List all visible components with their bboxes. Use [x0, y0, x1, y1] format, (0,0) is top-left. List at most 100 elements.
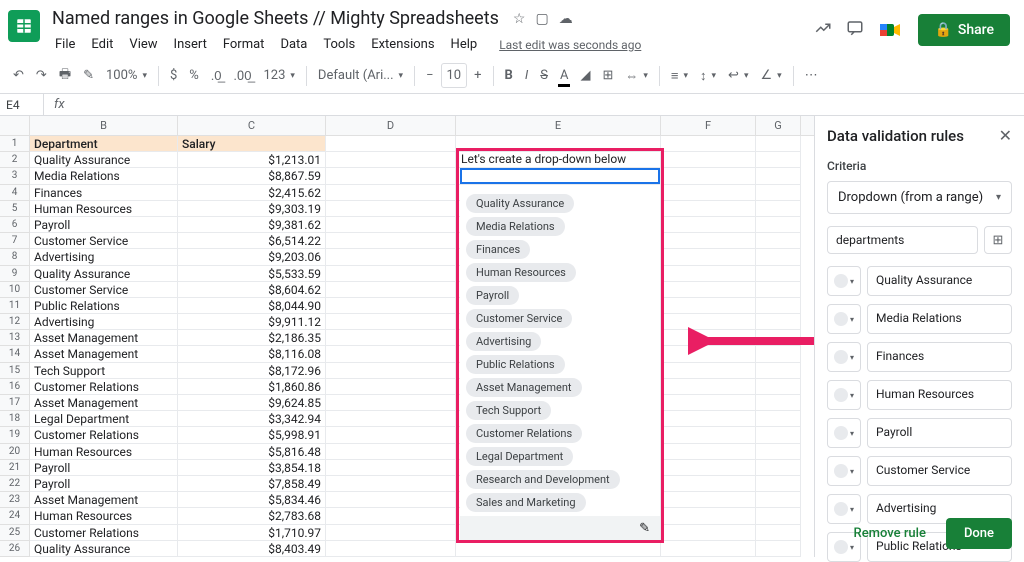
item-color-picker[interactable] [827, 456, 861, 486]
dept-cell[interactable]: Human Resources [30, 444, 178, 460]
salary-cell[interactable]: $5,834.46 [178, 492, 326, 508]
undo-icon[interactable]: ↶ [8, 64, 29, 87]
salary-cell[interactable]: $8,403.49 [178, 541, 326, 557]
table-header[interactable]: Salary [178, 136, 326, 152]
font-size-input[interactable]: 10 [441, 63, 468, 88]
dept-cell[interactable]: Public Relations [30, 298, 178, 314]
salary-cell[interactable]: $9,303.19 [178, 201, 326, 217]
dept-cell[interactable]: Asset Management [30, 346, 178, 362]
dropdown-option[interactable]: Tech Support [466, 401, 551, 420]
table-row[interactable]: 13Asset Management$2,186.35 [0, 330, 814, 346]
dept-cell[interactable]: Customer Relations [30, 427, 178, 443]
table-row[interactable]: 25Customer Relations$1,710.97 [0, 525, 814, 541]
dept-cell[interactable]: Asset Management [30, 330, 178, 346]
item-color-picker[interactable] [827, 342, 861, 372]
dropdown-option[interactable]: Asset Management [466, 378, 582, 397]
sheet-area[interactable]: B C D E F G 1DepartmentSalary2Quality As… [0, 116, 814, 557]
dept-cell[interactable]: Customer Service [30, 282, 178, 298]
item-value-input[interactable]: Customer Service [867, 456, 1012, 486]
criteria-select[interactable]: Dropdown (from a range) ▾ [827, 181, 1012, 214]
font-size-decrease-icon[interactable]: − [421, 64, 438, 87]
menu-extensions[interactable]: Extensions [364, 33, 441, 56]
col-header-G[interactable]: G [756, 116, 801, 135]
menu-data[interactable]: Data [273, 33, 314, 56]
table-row[interactable]: 18Legal Department$3,342.94 [0, 411, 814, 427]
rotate-button[interactable]: ∠ [755, 64, 786, 87]
dropdown-option[interactable]: Advertising [466, 332, 541, 351]
dropdown-option[interactable]: Human Resources [466, 263, 576, 282]
row-header[interactable]: 24 [0, 508, 30, 524]
last-edit-text[interactable]: Last edit was seconds ago [492, 34, 648, 56]
row-header[interactable]: 13 [0, 330, 30, 346]
zoom-select[interactable]: 100% [101, 64, 152, 87]
item-value-input[interactable]: Media Relations [867, 304, 1012, 334]
star-icon[interactable]: ☆ [513, 11, 526, 27]
row-header[interactable]: 7 [0, 233, 30, 249]
dept-cell[interactable]: Finances [30, 185, 178, 201]
salary-cell[interactable]: $3,854.18 [178, 460, 326, 476]
dept-cell[interactable]: Tech Support [30, 363, 178, 379]
menu-file[interactable]: File [48, 33, 82, 56]
done-button[interactable]: Done [946, 518, 1012, 549]
salary-cell[interactable]: $9,624.85 [178, 395, 326, 411]
table-row[interactable]: 4Finances$2,415.62 [0, 185, 814, 201]
row-header[interactable]: 18 [0, 411, 30, 427]
dept-cell[interactable]: Advertising [30, 249, 178, 265]
table-row[interactable]: 7Customer Service$6,514.22 [0, 233, 814, 249]
salary-cell[interactable]: $1,860.86 [178, 379, 326, 395]
item-value-input[interactable]: Finances [867, 342, 1012, 372]
dept-cell[interactable]: Media Relations [30, 168, 178, 184]
menu-help[interactable]: Help [444, 33, 485, 56]
salary-cell[interactable]: $8,172.96 [178, 363, 326, 379]
cloud-icon[interactable]: ☁ [559, 11, 573, 27]
dept-cell[interactable]: Customer Relations [30, 379, 178, 395]
menu-format[interactable]: Format [216, 33, 272, 56]
salary-cell[interactable]: $8,604.62 [178, 282, 326, 298]
increase-decimal-button[interactable]: .00̲ [229, 64, 257, 88]
wrap-button[interactable]: ↩ [723, 64, 753, 87]
dropdown-option[interactable]: Customer Service [466, 309, 572, 328]
table-row[interactable]: 24Human Resources$2,783.68 [0, 508, 814, 524]
table-row[interactable]: 26Quality Assurance$8,403.49 [0, 541, 814, 557]
document-title[interactable]: Named ranges in Google Sheets // Mighty … [48, 6, 503, 31]
dropdown-option[interactable]: Customer Relations [466, 424, 582, 443]
row-header[interactable]: 26 [0, 541, 30, 557]
item-color-picker[interactable] [827, 266, 861, 296]
col-header-F[interactable]: F [661, 116, 756, 135]
item-color-picker[interactable] [827, 380, 861, 410]
dept-cell[interactable]: Asset Management [30, 395, 178, 411]
dropdown-option[interactable]: Legal Department [466, 447, 573, 466]
number-format-more[interactable]: 123 [258, 64, 299, 87]
dept-cell[interactable]: Legal Department [30, 411, 178, 427]
dropdown-option[interactable]: Payroll [466, 286, 519, 305]
item-color-picker[interactable] [827, 418, 861, 448]
row-header[interactable]: 11 [0, 298, 30, 314]
table-row[interactable]: 21Payroll$3,854.18 [0, 460, 814, 476]
salary-cell[interactable]: $5,533.59 [178, 266, 326, 282]
dept-cell[interactable]: Payroll [30, 460, 178, 476]
table-row[interactable]: 15Tech Support$8,172.96 [0, 363, 814, 379]
menu-tools[interactable]: Tools [316, 33, 362, 56]
row-header[interactable]: 8 [0, 249, 30, 265]
text-color-button[interactable]: A [555, 64, 573, 87]
trend-icon[interactable] [814, 19, 832, 41]
salary-cell[interactable]: $2,186.35 [178, 330, 326, 346]
row-header[interactable]: 21 [0, 460, 30, 476]
select-range-button[interactable]: ⊞ [984, 226, 1012, 254]
menu-edit[interactable]: Edit [84, 33, 120, 56]
row-header[interactable]: 22 [0, 476, 30, 492]
decrease-decimal-button[interactable]: .0̲ [206, 64, 227, 88]
table-row[interactable]: 10Customer Service$8,604.62 [0, 282, 814, 298]
row-header[interactable]: 2 [0, 152, 30, 168]
print-icon[interactable]: 🖶 [54, 61, 76, 91]
table-row[interactable]: 5Human Resources$9,303.19 [0, 201, 814, 217]
table-row[interactable]: 16Customer Relations$1,860.86 [0, 379, 814, 395]
salary-cell[interactable]: $6,514.22 [178, 233, 326, 249]
table-header[interactable]: Department [30, 136, 178, 152]
dropdown-option[interactable]: Quality Assurance [466, 194, 574, 213]
dropdown-option[interactable]: Public Relations [466, 355, 565, 374]
salary-cell[interactable]: $5,816.48 [178, 444, 326, 460]
row-header[interactable]: 17 [0, 395, 30, 411]
row-header[interactable]: 1 [0, 136, 30, 152]
salary-cell[interactable]: $1,213.01 [178, 152, 326, 168]
